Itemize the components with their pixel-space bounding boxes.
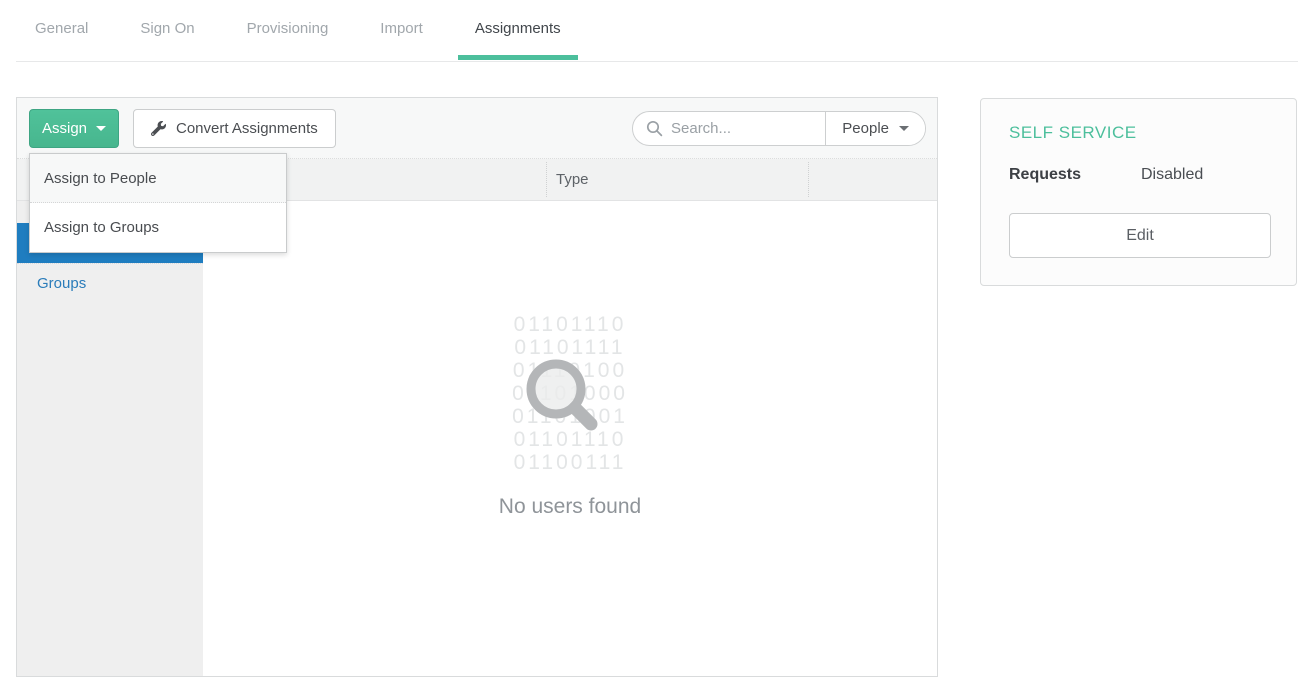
assign-button-label: Assign bbox=[42, 120, 87, 137]
assignment-filter-sidebar: People Groups bbox=[17, 201, 203, 676]
self-service-panel: SELF SERVICE Requests Disabled Edit bbox=[980, 98, 1297, 286]
requests-label: Requests bbox=[1009, 166, 1081, 184]
search-control: People bbox=[632, 111, 926, 146]
sidebar-item-groups[interactable]: Groups bbox=[17, 263, 203, 303]
search-field-wrap bbox=[633, 112, 825, 145]
tabbar-divider bbox=[16, 61, 1298, 62]
app-tabs: General Sign On Provisioning Import Assi… bbox=[35, 20, 561, 61]
menu-item-assign-to-people[interactable]: Assign to People bbox=[30, 154, 286, 203]
convert-assignments-label: Convert Assignments bbox=[176, 120, 318, 137]
search-icon bbox=[646, 120, 663, 137]
column-divider bbox=[546, 162, 547, 197]
search-scope-value: People bbox=[842, 120, 889, 137]
menu-item-assign-to-groups[interactable]: Assign to Groups bbox=[30, 203, 286, 252]
self-service-title: SELF SERVICE bbox=[1009, 123, 1137, 143]
assignments-toolbar: Assign Convert Assignments People bbox=[17, 98, 937, 159]
tab-general[interactable]: General bbox=[35, 20, 88, 61]
wrench-icon bbox=[151, 121, 166, 136]
tab-provisioning[interactable]: Provisioning bbox=[247, 20, 329, 61]
magnifier-icon bbox=[520, 353, 606, 439]
search-scope-dropdown[interactable]: People bbox=[825, 112, 925, 145]
tab-assignments[interactable]: Assignments bbox=[475, 20, 561, 61]
tab-sign-on[interactable]: Sign On bbox=[140, 20, 194, 61]
empty-state: 0110111001101111011101000110100001101001… bbox=[203, 201, 937, 676]
caret-down-icon bbox=[899, 126, 909, 131]
assign-button[interactable]: Assign bbox=[29, 109, 119, 148]
column-divider bbox=[808, 162, 809, 197]
assignments-body: People Groups 01101110011011110111010001… bbox=[17, 201, 937, 676]
tab-import[interactable]: Import bbox=[380, 20, 423, 61]
edit-button[interactable]: Edit bbox=[1009, 213, 1271, 258]
caret-down-icon bbox=[96, 126, 106, 131]
assign-dropdown-menu: Assign to People Assign to Groups bbox=[29, 153, 287, 253]
column-header-type: Type bbox=[556, 159, 589, 201]
requests-value: Disabled bbox=[1141, 166, 1203, 184]
search-input[interactable] bbox=[671, 120, 821, 137]
convert-assignments-button[interactable]: Convert Assignments bbox=[133, 109, 336, 148]
empty-state-message: No users found bbox=[203, 495, 937, 519]
